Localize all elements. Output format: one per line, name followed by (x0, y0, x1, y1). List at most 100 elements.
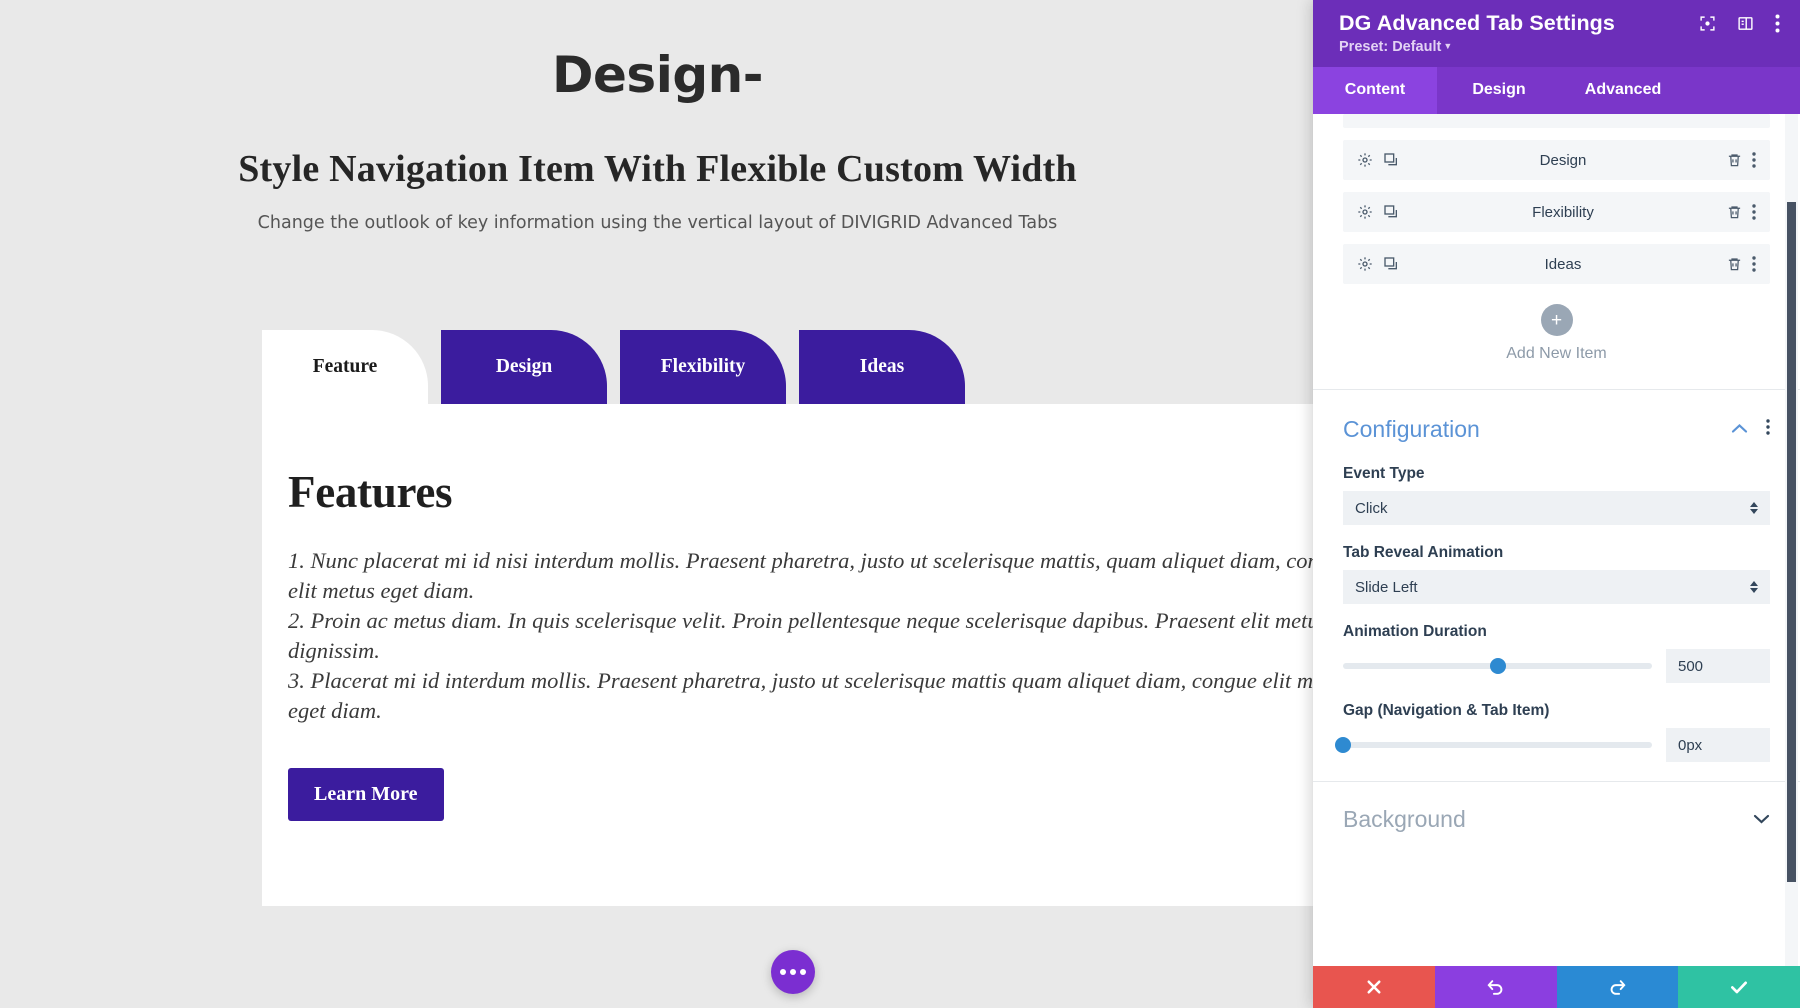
panel-layout-icon[interactable] (1737, 15, 1754, 32)
focus-target-icon[interactable] (1699, 15, 1716, 32)
dot (780, 969, 786, 975)
undo-icon (1486, 978, 1505, 997)
slider-thumb[interactable] (1489, 658, 1506, 674)
animation-duration-slider[interactable] (1343, 658, 1652, 674)
gap-input[interactable]: 0px (1666, 728, 1770, 762)
table-row-label: Design (1539, 151, 1587, 169)
page-title: Design- (552, 46, 763, 104)
list-item: eget diam. (288, 697, 382, 723)
tab-reveal-animation-label: Tab Reveal Animation (1343, 544, 1504, 561)
panel-tab-bar: Content Design Advanced (1313, 67, 1800, 114)
gap-slider[interactable] (1335, 737, 1652, 753)
gap-field: Gap (Navigation & Tab Item) 0px (1335, 702, 1770, 762)
tab-reveal-animation-select[interactable]: Slide Left (1343, 570, 1770, 604)
section-title: Background (1343, 806, 1466, 832)
learn-more-button[interactable]: Learn More (288, 767, 444, 821)
slider-thumb[interactable] (1335, 737, 1351, 753)
animation-duration-field: Animation Duration 500 (1343, 623, 1770, 683)
redo-icon (1608, 978, 1627, 997)
section-title: Configuration (1343, 416, 1480, 442)
panel-footer (1313, 966, 1800, 1008)
gear-icon[interactable] (1357, 256, 1373, 272)
undo-button[interactable] (1434, 966, 1557, 1008)
check-icon (1729, 977, 1749, 997)
list-item: 3. Placerat mi id interdum mollis. Praes… (288, 667, 1315, 693)
chevron-down-icon: ▼ (1443, 41, 1453, 51)
page-tab-feature[interactable]: Feature (262, 330, 428, 404)
page-tab-ideas[interactable]: Ideas (799, 330, 965, 404)
close-icon (1365, 978, 1383, 996)
page-tab-label: Feature (312, 356, 378, 377)
settings-panel: DG Advanced Tab Settings Preset: Default… (1313, 0, 1800, 1008)
list-item: 1. Nunc placerat mi id nisi interdum mol… (288, 548, 1315, 573)
close-button[interactable] (1313, 966, 1435, 1008)
table-row-label: Flexibility (1532, 203, 1594, 221)
page-tab-label: Design (495, 356, 553, 377)
tab-content[interactable]: Content (1313, 67, 1437, 114)
tab-advanced[interactable]: Advanced (1561, 67, 1685, 114)
event-type-select[interactable]: Click (1343, 491, 1770, 525)
event-type-value: Click (1355, 499, 1388, 517)
add-new-item[interactable]: + Add New Item (1313, 296, 1800, 389)
list-item: 2. Proin ac metus diam. In quis sceleris… (288, 607, 1315, 633)
trash-icon[interactable] (1727, 152, 1742, 168)
table-row[interactable]: Ideas (1343, 244, 1770, 284)
ellipsis-icon[interactable] (771, 950, 815, 994)
duplicate-icon[interactable] (1383, 204, 1399, 220)
panel-title: DG Advanced Tab Settings (1339, 11, 1615, 35)
gear-icon[interactable] (1357, 152, 1373, 168)
hero-section: Design- Style Navigation Item With Flexi… (0, 0, 1315, 234)
animation-duration-input[interactable]: 500 (1666, 649, 1770, 683)
panel-header: DG Advanced Tab Settings Preset: Default… (1313, 0, 1800, 67)
chevron-down-icon[interactable] (1753, 811, 1770, 829)
more-vertical-icon[interactable] (1752, 152, 1756, 168)
more-vertical-icon[interactable] (1752, 256, 1756, 272)
table-row[interactable]: Flexibility (1343, 192, 1770, 232)
table-row-label: Ideas (1544, 255, 1582, 273)
preset-selector[interactable]: Preset: Default ▼ (1339, 39, 1780, 55)
event-type-field: Event Type Click (1343, 465, 1770, 525)
table-row[interactable]: Design (1343, 140, 1770, 180)
list-item: elit metus eget diam. (288, 577, 475, 603)
duplicate-icon[interactable] (1383, 152, 1399, 168)
tab-content-panel: Features 1. Nunc placerat mi id nisi int… (262, 404, 1315, 906)
tab-reveal-animation-field: Tab Reveal Animation Slide Left (1343, 544, 1770, 604)
page-tab-design[interactable]: Design (441, 330, 607, 404)
spinner-icon (1750, 581, 1758, 593)
page-tab-flexibility[interactable]: Flexibility (620, 330, 786, 404)
chevron-up-icon[interactable] (1731, 421, 1748, 439)
redo-button[interactable] (1556, 966, 1679, 1008)
tab-reveal-animation-value: Slide Left (1355, 578, 1418, 596)
configuration-header[interactable]: Configuration (1343, 416, 1770, 443)
advanced-tabs-module: Feature Design Flexibility Ideas Feature… (262, 330, 1315, 906)
tab-item-list: Design Flexibility Ideas (1313, 114, 1800, 284)
trash-icon[interactable] (1727, 256, 1742, 272)
gear-icon[interactable] (1357, 204, 1373, 220)
page-tab-label: Ideas (859, 356, 905, 377)
plus-icon[interactable]: + (1540, 304, 1573, 336)
table-row-partial[interactable] (1343, 114, 1770, 128)
page-tab-label: Flexibility (660, 356, 746, 377)
gap-label: Gap (Navigation & Tab Item) (1343, 702, 1550, 719)
list-item: dignissim. (288, 637, 380, 663)
spinner-icon (1750, 502, 1758, 514)
panel-scroll-area: Design Flexibility Ideas + Add New Item … (1313, 114, 1800, 966)
more-vertical-icon[interactable] (1766, 419, 1770, 440)
scrollbar-thumb[interactable] (1787, 202, 1796, 882)
panel-scrollbar[interactable] (1785, 114, 1798, 966)
trash-icon[interactable] (1727, 204, 1742, 220)
dot (800, 969, 806, 975)
background-section-header[interactable]: Background (1313, 782, 1800, 855)
more-vertical-icon[interactable] (1752, 204, 1756, 220)
content-list: 1. Nunc placerat mi id nisi interdum mol… (288, 546, 1315, 726)
more-vertical-icon[interactable] (1775, 14, 1780, 33)
duplicate-icon[interactable] (1383, 256, 1399, 272)
add-new-item-label: Add New Item (1506, 345, 1607, 362)
tab-design[interactable]: Design (1437, 67, 1561, 114)
preset-label: Preset: Default (1339, 39, 1442, 55)
app-root: Design- Style Navigation Item With Flexi… (0, 0, 1800, 1008)
animation-duration-label: Animation Duration (1343, 623, 1487, 640)
page-preview: Design- Style Navigation Item With Flexi… (0, 0, 1315, 1008)
save-button[interactable] (1678, 966, 1800, 1008)
hero-subtitle: Style Navigation Item With Flexible Cust… (238, 148, 1077, 190)
